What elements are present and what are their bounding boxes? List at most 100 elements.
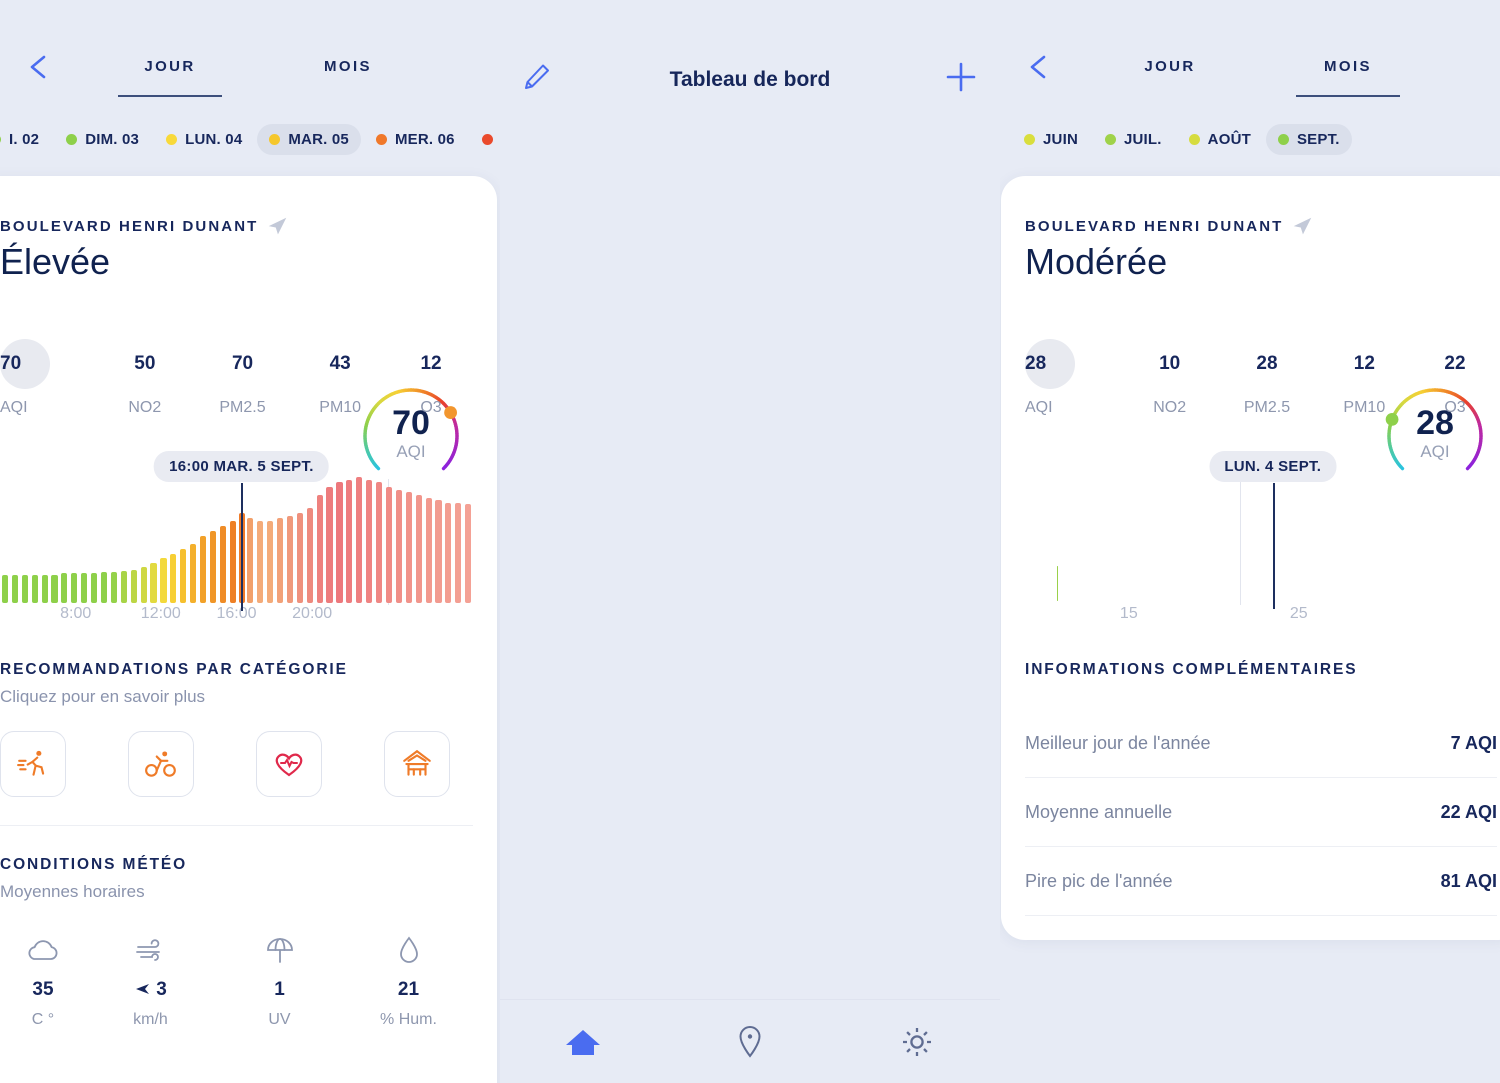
day-chip-1[interactable]: DIM. 03: [54, 124, 151, 155]
chart-bar: [326, 487, 333, 603]
reco-heart-health[interactable]: [256, 731, 322, 797]
pollutant-value: 12: [1353, 353, 1375, 374]
chart-bar: [356, 477, 363, 603]
pollutant-value: 50: [134, 353, 156, 374]
chart-xtick: 25: [1289, 605, 1308, 622]
chart-bar: [61, 573, 68, 603]
chart-bar: [41, 574, 48, 603]
nav-map-pin[interactable]: [667, 1025, 834, 1059]
tab-jour[interactable]: JOUR: [1110, 58, 1230, 97]
month-chip-3[interactable]: SEPT.: [1265, 124, 1352, 155]
pollutant-pm10[interactable]: 12 PM10: [1316, 339, 1413, 417]
pollutant-label: NO2: [128, 399, 162, 416]
chart-bar: [160, 558, 167, 603]
day-chip-3[interactable]: MAR. 05: [257, 124, 361, 155]
chart-bar: [140, 567, 147, 603]
chart-xtick: 16:00: [216, 605, 257, 622]
chevron-left-icon[interactable]: [26, 54, 52, 80]
info-key: Moyenne annuelle: [1025, 802, 1173, 822]
recommendation-tiles: [0, 731, 473, 797]
pollutant-aqi[interactable]: 28 AQI: [1025, 339, 1121, 417]
chart-bar: [81, 573, 88, 603]
chart-bar: [425, 497, 432, 603]
chart-bar: [306, 507, 313, 603]
chart-bar: [219, 525, 226, 603]
chart-bar: [91, 573, 98, 603]
hourly-aqi-chart[interactable]: 16:00 MAR. 5 SEPT. 8:00 12:00 16:00 20:00: [0, 451, 473, 631]
daily-aqi-chart[interactable]: LUN. 4 SEPT. 15 25: [1025, 451, 1497, 631]
station-name-row: BOULEVARD HENRI DUNANT: [0, 216, 473, 237]
chart-bar: [395, 489, 402, 603]
info-row: Moyenne annuelle 22 AQI: [1025, 778, 1497, 847]
day-topbar: JOUR MOIS: [0, 0, 500, 112]
section-divider: [0, 825, 473, 826]
chart-bar: [415, 495, 422, 603]
pollutant-value: 28: [1025, 339, 1075, 389]
pollutant-no2[interactable]: 10 NO2: [1121, 339, 1218, 417]
month-chip-row[interactable]: JUIN JUIL. AOÛT SEPT.: [1012, 124, 1352, 155]
reco-cycling[interactable]: [128, 731, 194, 797]
chip-label: DIM. 03: [85, 131, 140, 148]
pollutant-o3[interactable]: 12 O3: [389, 339, 473, 417]
month-chip-1[interactable]: JUIL.: [1093, 124, 1174, 155]
plus-icon[interactable]: [944, 60, 978, 99]
reco-outdoor-home[interactable]: [384, 731, 450, 797]
weather-title: CONDITIONS MÉTÉO: [0, 856, 188, 873]
pollutant-label: PM2.5: [1243, 399, 1291, 416]
chip-label: SEPT.: [1296, 131, 1340, 148]
chart-xtick: 15: [1119, 605, 1138, 622]
info-key: Pire pic de l'année: [1025, 871, 1173, 891]
pollutant-pm2.5[interactable]: 70 PM2.5: [194, 339, 292, 417]
chip-label: JUIN: [1043, 131, 1078, 148]
tab-mois[interactable]: MOIS: [288, 58, 408, 97]
screenshot-root: JOUR MOIS I. 02 DIM. 03 LUN. 04 MAR. 05 …: [0, 0, 1500, 1083]
droplet-icon: [344, 932, 473, 970]
pollutant-aqi[interactable]: 70 AQI: [0, 339, 96, 417]
pollutant-label: PM2.5: [219, 399, 266, 416]
location-arrow-icon: [1292, 216, 1313, 237]
chart-x-axis: 15 25: [1025, 605, 1497, 631]
pollutant-label: AQI: [1025, 399, 1053, 416]
pollutant-pm10[interactable]: 43 PM10: [291, 339, 389, 417]
pollutant-no2[interactable]: 50 NO2: [96, 339, 194, 417]
chart-bar: [316, 495, 323, 603]
month-topbar: JOUR MOIS: [1000, 0, 1500, 112]
pollutant-row[interactable]: 70 AQI 50 NO2 70 PM2.5 43 PM10 12 O3: [0, 339, 473, 417]
pollutant-o3[interactable]: 22 O3: [1413, 339, 1497, 417]
day-chip-4[interactable]: MER. 06: [364, 124, 467, 155]
day-chip-5[interactable]: JEU. 07: [470, 124, 500, 155]
weather-metric-uv: 1 UV: [215, 932, 344, 1029]
aqi-dot: [375, 134, 387, 145]
tab-mois[interactable]: MOIS: [1288, 58, 1408, 97]
reco-running[interactable]: [0, 731, 66, 797]
chart-xtick: 12:00: [140, 605, 181, 622]
temperature-value: 35: [32, 979, 54, 1000]
weather-metrics: 35 C ° 3 km/h 1 UV 21 % Hum.: [0, 932, 473, 1029]
chart-bar: [170, 554, 177, 603]
chart-bar: [405, 492, 412, 603]
pollutant-label: PM10: [319, 399, 362, 416]
tab-jour[interactable]: JOUR: [110, 58, 230, 97]
chevron-left-icon[interactable]: [1026, 54, 1052, 80]
month-chip-2[interactable]: AOÛT: [1177, 124, 1263, 155]
pollutant-row[interactable]: 28 AQI 10 NO2 28 PM2.5 12 PM10 22 O3: [1025, 339, 1497, 417]
chart-bar: [229, 520, 236, 603]
weather-subtitle: Moyennes horaires: [0, 882, 145, 901]
page-title: Tableau de bord: [669, 68, 831, 91]
chart-bar: [200, 536, 207, 603]
nav-home[interactable]: [500, 1026, 667, 1058]
pollutant-pm2.5[interactable]: 28 PM2.5: [1218, 339, 1315, 417]
aqi-dot: [0, 134, 1, 145]
chart-bar: [376, 482, 383, 603]
chart-tooltip: LUN. 4 SEPT.: [1209, 451, 1337, 482]
info-row: Meilleur jour de l'année 7 AQI: [1025, 709, 1497, 778]
day-chip-row[interactable]: I. 02 DIM. 03 LUN. 04 MAR. 05 MER. 06 JE…: [0, 124, 500, 155]
umbrella-icon: [215, 932, 344, 970]
nav-gear[interactable]: [833, 1026, 1000, 1058]
day-chip-0[interactable]: I. 02: [0, 124, 51, 155]
chart-bar: [445, 502, 452, 603]
dashboard-header: Tableau de bord: [500, 0, 1000, 118]
day-chip-2[interactable]: LUN. 04: [154, 124, 254, 155]
month-card-header: BOULEVARD HENRI DUNANT Modérée 28 AQI 28…: [1025, 176, 1497, 471]
month-chip-0[interactable]: JUIN: [1012, 124, 1090, 155]
